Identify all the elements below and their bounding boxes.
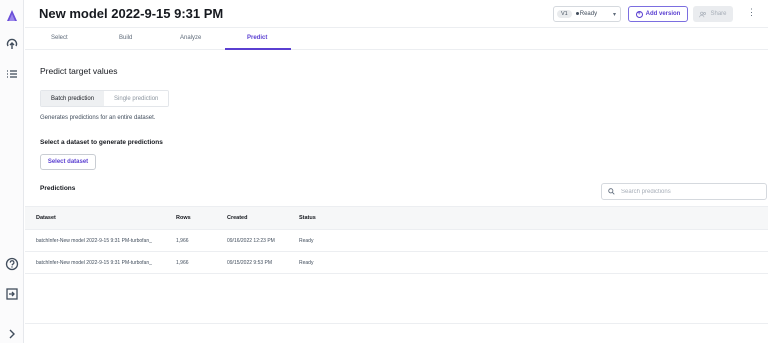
prediction-mode-toggle: Batch prediction Single prediction — [40, 90, 170, 107]
left-rail — [0, 0, 24, 343]
divider — [25, 323, 768, 324]
tab-predict[interactable]: Predict — [247, 35, 267, 41]
cell-dataset[interactable]: batchInfer-New model 2022-9-15 9:31 PM-t… — [36, 238, 152, 244]
tab-select[interactable]: Select — [51, 35, 68, 41]
cell-status: Ready — [299, 259, 314, 266]
version-badge: V1 — [557, 10, 572, 18]
search-input[interactable] — [621, 188, 751, 195]
predictions-heading: Predictions — [40, 185, 76, 192]
version-status-label: Ready — [579, 11, 598, 17]
logo-icon[interactable] — [5, 8, 19, 22]
active-tab-indicator — [225, 48, 291, 50]
column-header-rows[interactable]: Rows — [176, 215, 191, 221]
column-header-status[interactable]: Status — [299, 215, 316, 221]
table-header: Dataset Rows Created Status — [25, 206, 768, 230]
cell-rows: 1,966 — [176, 259, 189, 266]
page-title: New model 2022-9-15 9:31 PM — [39, 6, 224, 21]
table-row[interactable]: batchInfer-New model 2022-9-15 9:31 PM-t… — [25, 230, 768, 252]
chevron-down-icon: ▾ — [612, 11, 616, 18]
cell-created: 09/16/2022 12:23 PM — [227, 237, 275, 244]
version-status: Ready — [575, 11, 598, 17]
column-header-dataset[interactable]: Dataset — [36, 215, 56, 221]
select-dataset-heading: Select a dataset to generate predictions — [40, 139, 163, 146]
version-select[interactable]: V1 Ready ▾ — [553, 6, 621, 22]
tab-analyze[interactable]: Analyze — [180, 35, 201, 41]
add-version-label: Add version — [645, 11, 681, 17]
select-dataset-button[interactable]: Select dataset — [40, 154, 96, 170]
predictions-table: Dataset Rows Created Status batchInfer-N… — [25, 206, 768, 274]
cell-status: Ready — [299, 237, 314, 244]
share-label: Share — [710, 11, 727, 17]
cell-rows: 1,966 — [176, 237, 189, 244]
single-prediction-tab[interactable]: Single prediction — [104, 91, 169, 106]
cell-dataset[interactable]: batchInfer-New model 2022-9-15 9:31 PM-t… — [36, 260, 152, 266]
search-box[interactable] — [601, 183, 767, 200]
sign-out-icon[interactable] — [5, 287, 19, 301]
cell-created: 09/15/2022 9:53 PM — [227, 259, 273, 266]
batch-prediction-tab[interactable]: Batch prediction — [41, 91, 105, 106]
list-icon[interactable] — [5, 67, 19, 81]
tab-build[interactable]: Build — [119, 35, 132, 41]
more-options-icon[interactable]: ⋮ — [747, 8, 756, 17]
tab-bar: Select Build Analyze Predict — [25, 28, 768, 50]
deploy-icon[interactable] — [5, 37, 19, 51]
column-header-created[interactable]: Created — [227, 215, 247, 221]
batch-description: Generates predictions for an entire data… — [40, 115, 156, 121]
share-button[interactable]: Share — [693, 6, 733, 22]
add-version-button[interactable]: + Add version — [628, 6, 688, 22]
status-dot-icon — [575, 12, 579, 15]
table-row[interactable]: batchInfer-New model 2022-9-15 9:31 PM-t… — [25, 252, 768, 274]
plus-circle-icon: + — [635, 10, 643, 18]
section-title: Predict target values — [40, 66, 118, 76]
search-icon — [608, 188, 615, 195]
help-icon[interactable] — [5, 257, 19, 271]
expand-icon[interactable] — [5, 327, 19, 341]
users-icon — [699, 11, 707, 17]
